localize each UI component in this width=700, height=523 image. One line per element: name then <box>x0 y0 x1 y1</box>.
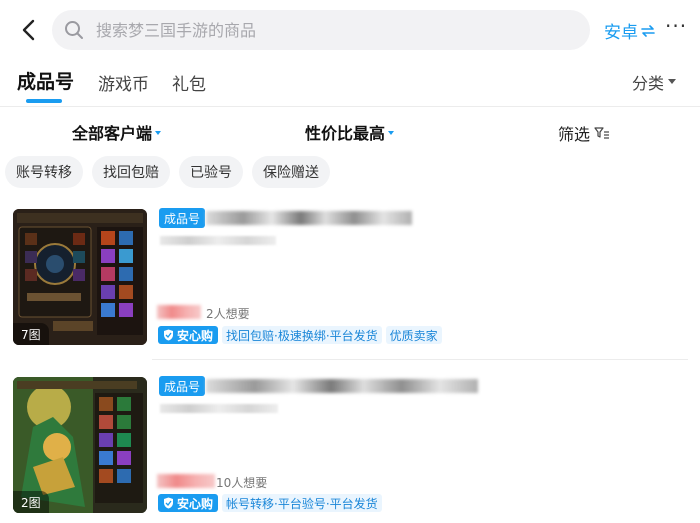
search-bar[interactable] <box>52 10 590 50</box>
category-dropdown[interactable]: 分类 <box>632 70 677 94</box>
listing-subtitle-blurred <box>160 404 278 413</box>
listing-title-blurred <box>206 379 478 393</box>
secure-purchase-badge: 安心购 <box>158 326 219 344</box>
switch-icon <box>641 24 655 37</box>
back-button[interactable] <box>16 16 40 44</box>
listing-divider <box>152 359 688 360</box>
active-tab-indicator <box>26 99 62 103</box>
secure-label: 安心购 <box>177 496 214 511</box>
chip-recovery-compensation[interactable]: 找回包赔 <box>92 156 170 188</box>
listing-badges: 安心购 找回包赔·极速换绑·平台发货 优质卖家 <box>158 326 442 344</box>
type-tag: 成品号 <box>159 208 206 228</box>
dropdown-caret-icon <box>668 79 677 84</box>
listing-thumbnail[interactable]: 7图 <box>13 209 147 345</box>
filter-icon <box>594 127 610 139</box>
listing-title-blurred <box>206 211 412 225</box>
want-count: 10人想要 <box>216 476 268 490</box>
type-tag: 成品号 <box>159 376 206 396</box>
client-sort[interactable]: 全部客户端 <box>72 120 162 144</box>
search-icon <box>65 21 83 39</box>
chip-insurance[interactable]: 保险赠送 <box>252 156 330 188</box>
price-blurred <box>157 474 215 488</box>
listing-badges: 安心购 帐号转移·平台验号·平台发货 <box>158 494 382 512</box>
tabs-divider <box>0 106 700 107</box>
image-count-badge: 7图 <box>13 323 49 345</box>
want-count: 2人想要 <box>206 307 250 321</box>
tab-game-currency[interactable]: 游戏币 <box>98 70 149 95</box>
listing-thumbnail[interactable]: 2图 <box>13 377 147 513</box>
platform-switch[interactable]: 安卓 <box>604 18 655 43</box>
shield-check-icon <box>164 329 173 341</box>
chip-account-transfer[interactable]: 账号转移 <box>5 156 83 188</box>
back-arrow-icon <box>22 19 35 41</box>
tab-finished-account[interactable]: 成品号 <box>17 67 74 94</box>
order-sort[interactable]: 性价比最高 <box>305 120 395 144</box>
listing-subtitle-blurred <box>160 236 276 245</box>
seller-tag: 优质卖家 <box>385 326 442 344</box>
search-input[interactable] <box>94 19 538 41</box>
category-label: 分类 <box>632 74 665 93</box>
feature-tags: 找回包赔·极速换绑·平台发货 <box>222 326 382 344</box>
more-icon[interactable]: ··· <box>665 14 687 38</box>
dropdown-caret-icon <box>388 131 395 135</box>
secure-purchase-badge: 安心购 <box>158 494 219 512</box>
shield-check-icon <box>164 497 173 509</box>
image-count-badge: 2图 <box>13 491 49 513</box>
tab-gift-pack[interactable]: 礼包 <box>172 70 206 95</box>
filter-button[interactable]: 筛选 <box>558 121 610 145</box>
client-sort-label: 全部客户端 <box>72 124 153 143</box>
chip-verified[interactable]: 已验号 <box>179 156 243 188</box>
feature-tags: 帐号转移·平台验号·平台发货 <box>222 494 382 512</box>
price-blurred <box>157 305 201 319</box>
secure-label: 安心购 <box>177 328 214 343</box>
order-sort-label: 性价比最高 <box>305 124 386 143</box>
filter-label: 筛选 <box>558 125 591 144</box>
dropdown-caret-icon <box>155 131 162 135</box>
platform-label: 安卓 <box>604 23 638 43</box>
